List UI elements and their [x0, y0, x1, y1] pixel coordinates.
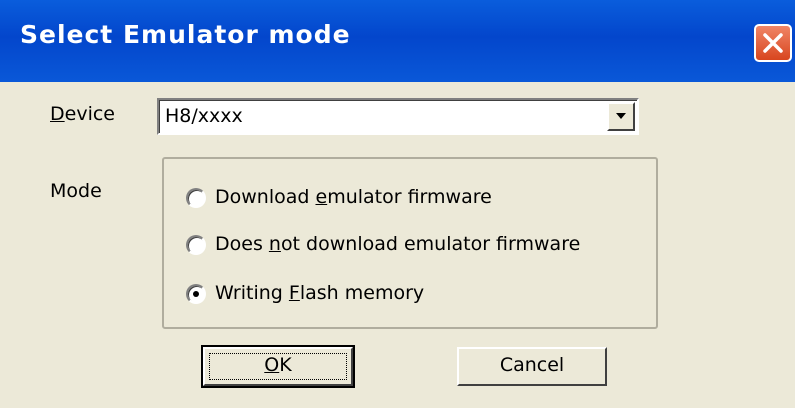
chevron-down-icon — [616, 113, 626, 119]
radio-label: Does not download emulator firmware — [215, 233, 581, 255]
cancel-button[interactable]: Cancel — [457, 347, 607, 386]
dialog-title: Select Emulator mode — [20, 20, 351, 49]
device-select-value: H8/xxxx — [165, 105, 243, 127]
title-bar[interactable]: Select Emulator mode — [0, 0, 795, 82]
select-emulator-mode-dialog: Select Emulator mode Device H8/xxxx Mode… — [0, 0, 795, 408]
close-button[interactable] — [754, 24, 792, 62]
device-dropdown-button[interactable] — [607, 102, 635, 131]
radio-button[interactable] — [186, 284, 206, 304]
mode-label: Mode — [50, 180, 102, 202]
ok-button[interactable]: OK — [201, 345, 355, 388]
close-icon — [763, 33, 783, 53]
radio-label: Download emulator firmware — [215, 186, 492, 208]
radio-selected-dot — [193, 291, 199, 297]
device-label: Device — [50, 103, 115, 125]
radio-label: Writing Flash memory — [215, 282, 425, 304]
device-select[interactable]: H8/xxxx — [157, 98, 639, 135]
radio-button[interactable] — [186, 235, 206, 255]
radio-button[interactable] — [186, 188, 206, 208]
